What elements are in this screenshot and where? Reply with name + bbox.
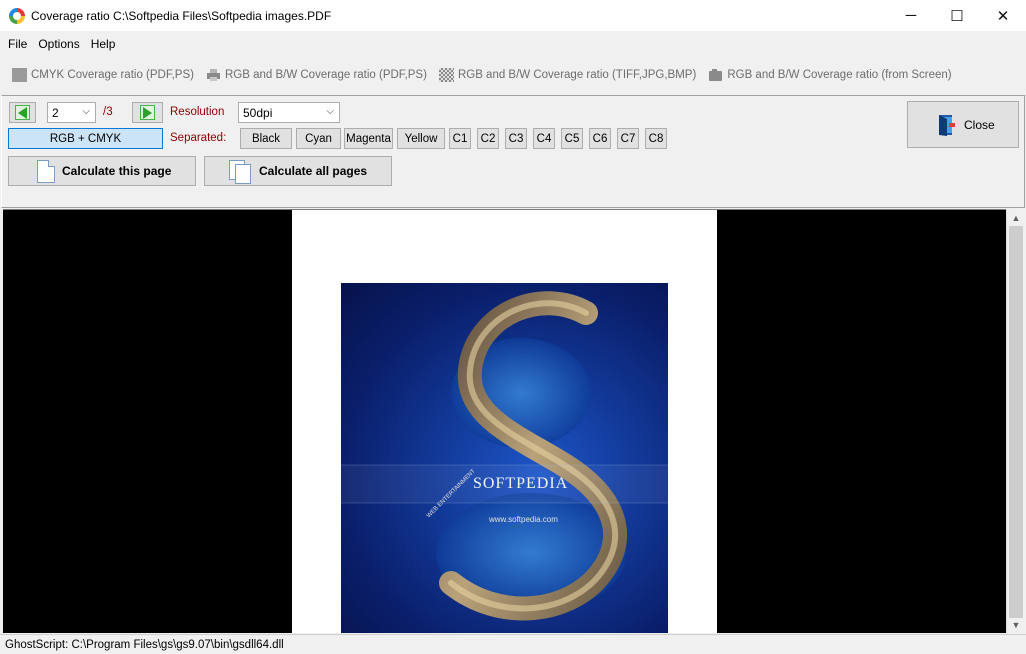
close-button[interactable]: Close [907,101,1019,148]
documents-icon-front [235,164,251,184]
window-title: Coverage ratio C:\Softpedia Files\Softpe… [31,8,332,23]
close-label: Close [964,117,995,132]
maximize-button[interactable]: ☐ [934,0,980,31]
resolution-select[interactable]: 50dpi ⌵ [238,102,340,123]
calculate-page-button[interactable]: Calculate this page [8,156,196,186]
cmyk-square-icon [12,68,27,82]
sep-c4-button[interactable]: C4 [533,128,555,149]
tab-label: RGB and B/W Coverage ratio (TIFF,JPG,BMP… [457,69,697,81]
minimize-button[interactable]: ─ [888,0,934,31]
tab-label: CMYK Coverage ratio (PDF,PS) [31,69,194,81]
sep-c3-button[interactable]: C3 [505,128,527,149]
tab-cmyk-pdf[interactable]: CMYK Coverage ratio (PDF,PS) [12,68,194,82]
resolution-label: Resolution [170,106,225,118]
scroll-up-icon[interactable]: ▲ [1007,209,1025,226]
chevron-down-icon: ⌵ [326,106,334,117]
checker-image-icon [438,68,454,82]
ghostscript-path: GhostScript: C:\Program Files\gs\gs9.07\… [5,638,284,651]
resolution-value: 50dpi [243,105,273,120]
tab-label: RGB and B/W Coverage ratio (PDF,PS) [224,69,427,81]
exit-door-icon [939,115,955,136]
tab-label: RGB and B/W Coverage ratio (from Screen) [727,69,952,81]
menu-bar: File Options Help [0,31,1026,57]
calculate-all-button[interactable]: Calculate all pages [204,156,392,186]
status-bar: GhostScript: C:\Program Files\gs\gs9.07\… [0,634,1026,654]
mode-tab-bar: CMYK Coverage ratio (PDF,PS) RGB and B/W… [0,60,1026,90]
next-page-button[interactable] [132,102,163,123]
tab-rgb-screen[interactable]: RGB and B/W Coverage ratio (from Screen) [708,68,952,82]
rgb-cmyk-button[interactable]: RGB + CMYK [8,128,163,149]
chevron-down-icon: ⌵ [82,106,90,117]
title-bar: Coverage ratio C:\Softpedia Files\Softpe… [0,0,1026,31]
tab-rgb-pdf[interactable]: RGB and B/W Coverage ratio (PDF,PS) [206,68,427,82]
calculate-all-label: Calculate all pages [259,164,368,178]
sep-c5-button[interactable]: C5 [561,128,583,149]
menu-help[interactable]: Help [85,37,121,51]
sep-c2-button[interactable]: C2 [477,128,499,149]
control-panel: 2 ⌵ /3 Resolution 50dpi ⌵ RGB + CMYK Sep… [1,95,1025,208]
previous-page-button[interactable] [9,102,36,123]
page-select[interactable]: 2 ⌵ [47,102,96,123]
camera-icon [709,69,723,81]
sep-cyan-button[interactable]: Cyan [296,128,341,149]
menu-file[interactable]: File [2,37,32,51]
tab-rgb-image[interactable]: RGB and B/W Coverage ratio (TIFF,JPG,BMP… [438,68,697,82]
printer-icon [206,69,220,81]
island-artwork [341,291,668,621]
window-controls: ─ ☐ ✕ [888,0,1026,31]
arrow-right-icon [140,105,155,120]
document-icon [37,160,55,183]
sep-yellow-button[interactable]: Yellow [397,128,445,149]
sep-c7-button[interactable]: C7 [617,128,639,149]
arrow-left-icon [15,105,30,120]
preview-brand-text: SOFTPEDIA [473,475,569,492]
scroll-down-icon[interactable]: ▼ [1007,616,1025,633]
app-icon [9,7,25,24]
preview-area[interactable]: SOFTPEDIA www.softpedia.com WEB ENTERTAI… [3,209,1006,633]
separated-label: Separated: [170,132,227,144]
preview-image: SOFTPEDIA www.softpedia.com WEB ENTERTAI… [341,283,668,633]
page-total: /3 [103,106,113,118]
close-window-button[interactable]: ✕ [980,0,1026,31]
calculate-page-label: Calculate this page [62,164,172,178]
sep-c8-button[interactable]: C8 [645,128,667,149]
sep-black-button[interactable]: Black [240,128,292,149]
preview-url-text: www.softpedia.com [489,515,558,524]
sep-magenta-button[interactable]: Magenta [344,128,393,149]
page-select-value: 2 [52,105,59,120]
vertical-scrollbar[interactable]: ▲ ▼ [1006,209,1024,633]
menu-options[interactable]: Options [32,37,84,51]
sep-c1-button[interactable]: C1 [449,128,471,149]
sep-c6-button[interactable]: C6 [589,128,611,149]
scroll-thumb[interactable] [1009,226,1023,618]
